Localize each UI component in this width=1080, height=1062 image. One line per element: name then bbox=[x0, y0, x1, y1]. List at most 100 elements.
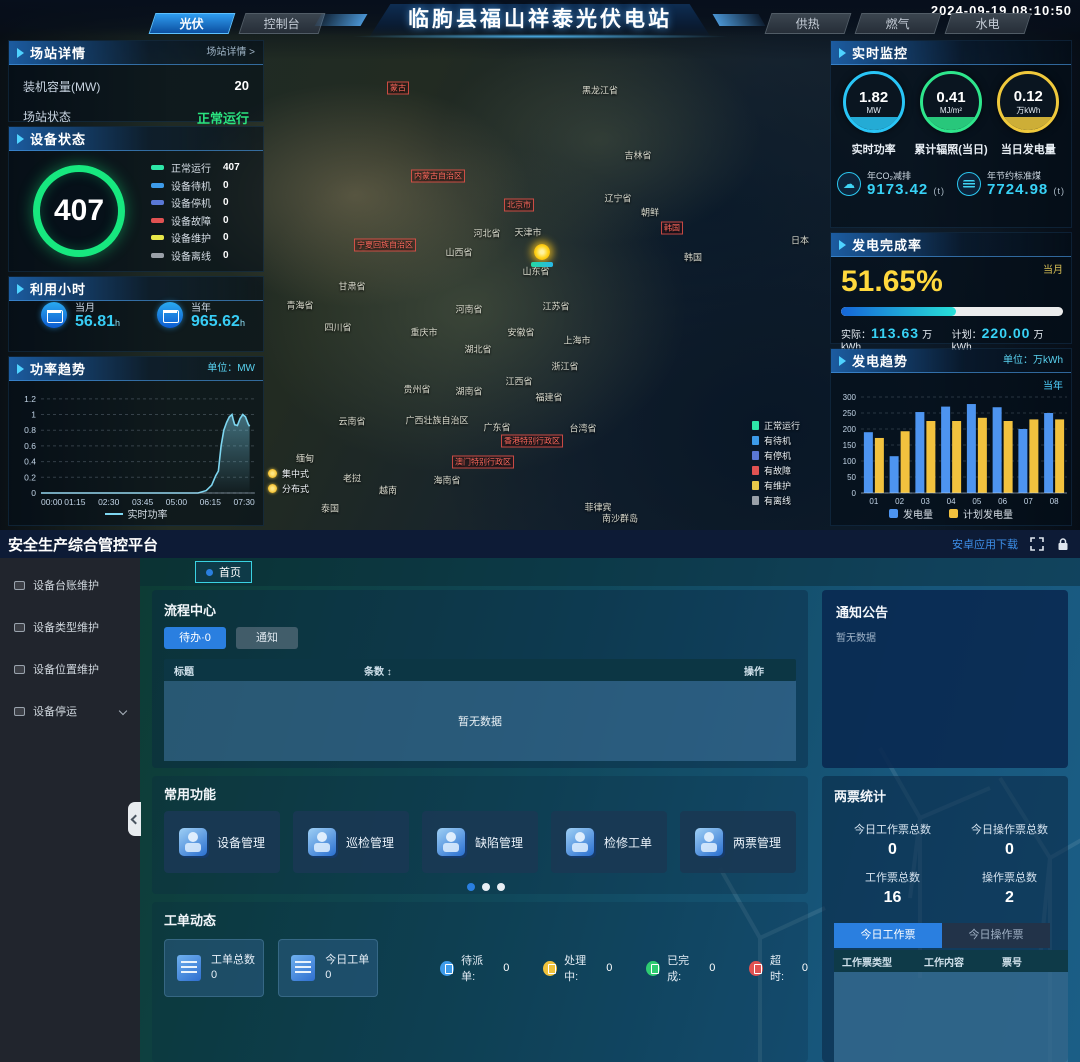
android-download-link[interactable]: 安卓应用下载 bbox=[952, 536, 1018, 552]
function-tile[interactable]: 检修工单 bbox=[551, 811, 667, 873]
function-tile[interactable]: 两票管理 bbox=[680, 811, 796, 873]
document-icon bbox=[177, 955, 201, 981]
table-column-header[interactable]: 操作 bbox=[624, 663, 796, 678]
device-status-item: 设备待机 0 bbox=[151, 177, 240, 195]
function-tile[interactable]: 设备管理 bbox=[164, 811, 280, 873]
map-label: 贵州省 bbox=[403, 383, 430, 396]
energy-tab[interactable]: 水电 bbox=[945, 13, 1032, 34]
legend-label: 有维护 bbox=[764, 479, 791, 492]
process-table-empty: 暂无数据 bbox=[164, 681, 796, 761]
svg-text:0.8: 0.8 bbox=[24, 425, 36, 435]
panel-title: 设备状态 bbox=[30, 129, 86, 148]
ticket-stat-value: 2 bbox=[951, 889, 1068, 907]
ticket-stat-value: 0 bbox=[951, 841, 1068, 859]
map-label: 山西省 bbox=[445, 246, 472, 259]
status-swatch bbox=[151, 218, 164, 223]
energy-tab[interactable]: 光伏 bbox=[149, 13, 236, 34]
sidebar-item[interactable]: 设备停运 bbox=[0, 696, 140, 726]
gauge-unit: 万kWh bbox=[1016, 105, 1040, 116]
sidebar-item-label: 设备停运 bbox=[33, 703, 77, 719]
map-label: 上海市 bbox=[563, 334, 590, 347]
function-label: 检修工单 bbox=[604, 834, 652, 851]
map-label: 北京市 bbox=[504, 199, 534, 212]
ticket-tab[interactable]: 今日工作票 bbox=[834, 923, 942, 948]
table-column-header[interactable]: 条数 ↕ bbox=[364, 663, 624, 678]
gauge-label: 累计辐照(当日) bbox=[914, 141, 988, 157]
function-3d-icon bbox=[695, 828, 723, 856]
status-swatch bbox=[151, 253, 164, 258]
sun-icon bbox=[268, 469, 277, 478]
status-swatch bbox=[151, 165, 164, 170]
platform-title: 安全生产综合管控平台 bbox=[8, 534, 158, 555]
map-label: 越南 bbox=[379, 484, 397, 497]
carousel-dot[interactable] bbox=[467, 883, 475, 891]
device-status-legend: 正常运行 407 设备待机 0 设备停机 0 设备故障 0 设备维护 bbox=[151, 159, 240, 264]
panel-header: 功率趋势 单位：MW bbox=[9, 357, 263, 381]
process-table-header: 标题条数 ↕操作 bbox=[164, 659, 796, 681]
work-order-total-tile[interactable]: 工单总数0 bbox=[164, 939, 264, 997]
carousel-dot[interactable] bbox=[497, 883, 505, 891]
function-tile[interactable]: 缺陷管理 bbox=[422, 811, 538, 873]
function-tile[interactable]: 巡检管理 bbox=[293, 811, 409, 873]
gauge-unit: MW bbox=[867, 106, 881, 115]
svg-text:200: 200 bbox=[843, 425, 857, 434]
tab-home[interactable]: 首页 bbox=[195, 561, 252, 583]
work-order-tiles: 工单总数0 今日工单0 待派单: 0 处理中: 0 bbox=[164, 939, 808, 997]
table-column-header[interactable]: 工作票类型 bbox=[834, 954, 924, 969]
svg-text:1.2: 1.2 bbox=[24, 394, 36, 404]
plant-mode-item[interactable]: 集中式 bbox=[268, 466, 309, 481]
fullscreen-icon[interactable] bbox=[1030, 537, 1044, 551]
lock-icon[interactable] bbox=[1056, 537, 1070, 551]
legend-label: 有离线 bbox=[764, 494, 791, 507]
sidebar-item[interactable]: 设备类型维护 bbox=[0, 612, 140, 642]
carousel-dot[interactable] bbox=[482, 883, 490, 891]
station-sun-marker[interactable] bbox=[534, 244, 550, 260]
process-filter-button[interactable]: 待办·0 bbox=[164, 627, 226, 649]
process-filter-button[interactable]: 通知 bbox=[236, 627, 298, 649]
plant-mode-item[interactable]: 分布式 bbox=[268, 481, 309, 496]
generation-trend-unit: 单位：万kWh bbox=[1003, 349, 1063, 373]
station-detail-link[interactable]: 场站详情 > bbox=[206, 41, 255, 65]
completion-percent: 51.65% bbox=[841, 265, 943, 299]
panel-title: 发电趋势 bbox=[852, 351, 908, 370]
sidebar-item[interactable]: 设备台账维护 bbox=[0, 570, 140, 600]
legend-swatch bbox=[752, 436, 759, 445]
solar-dashboard: 蒙古内蒙古自治区黑龙江省吉林省辽宁省北京市天津市河北省山西省山东省河南省江苏省上… bbox=[0, 0, 1080, 530]
map-legend-item: 有维护 bbox=[752, 478, 800, 493]
ticket-stat: 工作票总数 16 bbox=[834, 869, 951, 907]
ticket-tab[interactable]: 今日操作票 bbox=[942, 923, 1050, 948]
line-swatch bbox=[105, 513, 123, 515]
svg-text:0: 0 bbox=[852, 489, 857, 498]
gauge-circle: 0.41 MJ/m² bbox=[920, 71, 982, 133]
work-order-statuses: 待派单: 0 处理中: 0 已完成: 0 超时: bbox=[440, 952, 808, 984]
table-column-header[interactable]: 标题 bbox=[164, 663, 364, 678]
map-label: 韩国 bbox=[684, 251, 702, 264]
status-label: 处理中: bbox=[564, 952, 597, 984]
work-order-today-tile[interactable]: 今日工单0 bbox=[278, 939, 378, 997]
table-column-header[interactable]: 票号 bbox=[1002, 954, 1068, 969]
ticket-stat-label: 今日工作票总数 bbox=[834, 821, 951, 837]
energy-tab[interactable]: 燃气 bbox=[855, 13, 942, 34]
energy-tab[interactable]: 供热 bbox=[765, 13, 852, 34]
status-label: 设备待机 bbox=[171, 178, 223, 193]
capacity-label: 装机容量(MW) bbox=[23, 78, 100, 95]
gauge-fill bbox=[846, 117, 902, 130]
map-label: 河南省 bbox=[455, 303, 482, 316]
gauge-fill bbox=[1000, 117, 1056, 130]
svg-text:05: 05 bbox=[972, 497, 981, 506]
svg-text:0.2: 0.2 bbox=[24, 472, 36, 482]
utilization-year-unit: h bbox=[240, 318, 245, 328]
status-label: 待派单: bbox=[461, 952, 494, 984]
table-column-header[interactable]: 工作内容 bbox=[924, 954, 1002, 969]
status-doc-icon bbox=[440, 961, 454, 976]
sidebar-item[interactable]: 设备位置维护 bbox=[0, 654, 140, 684]
sidebar-collapse-handle[interactable] bbox=[128, 802, 141, 836]
ticket-stat-label: 今日操作票总数 bbox=[951, 821, 1068, 837]
completion-fill bbox=[841, 307, 956, 316]
power-trend-unit: 单位：MW bbox=[207, 357, 255, 381]
status-value: 0 bbox=[606, 962, 612, 974]
gauge-value: 0.12 bbox=[1014, 88, 1043, 105]
map-label: 韩国 bbox=[661, 222, 683, 235]
svg-text:0.4: 0.4 bbox=[24, 457, 36, 467]
gauge: 0.41 MJ/m² 累计辐照(当日) bbox=[914, 71, 988, 157]
